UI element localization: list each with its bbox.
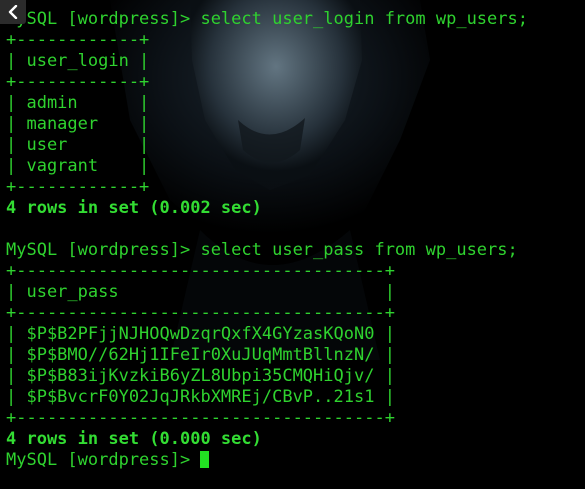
terminal-line: | admin | bbox=[6, 93, 150, 113]
terminal-line: | $P$B2PFjjNJHOQwDzqrQxfX4GYzasKQoN0 | bbox=[6, 324, 395, 344]
result-summary-line: 4 rows in set (0.002 sec) bbox=[6, 198, 262, 218]
terminal-line: | manager | bbox=[6, 114, 150, 134]
prompt-line[interactable]: MySQL [wordpress]> bbox=[6, 450, 528, 471]
terminal-line: | user_pass | bbox=[6, 282, 395, 302]
terminal-line: MySQL [wordpress]> select user_login fro… bbox=[6, 9, 528, 29]
result-summary-line: 4 rows in set (0.000 sec) bbox=[6, 429, 262, 449]
text-cursor bbox=[200, 451, 210, 468]
terminal-line: | vagrant | bbox=[6, 156, 150, 176]
back-button[interactable] bbox=[0, 0, 26, 24]
terminal-line: | $P$BMO//62Hj1IFeIr0XuJUqMmtBllnzN/ | bbox=[6, 345, 395, 365]
terminal-line: +------------+ bbox=[6, 177, 150, 197]
terminal-line: | user_login | bbox=[6, 51, 150, 71]
terminal-line: | $P$B83ijKvzkiB6yZL8Ubpi35CMQHiQjv/ | bbox=[6, 366, 395, 386]
terminal-line: +------------+ bbox=[6, 30, 150, 50]
terminal-window[interactable]: MySQL [wordpress]> select user_login fro… bbox=[0, 0, 585, 489]
terminal-line: | user | bbox=[6, 135, 150, 155]
terminal-line: +------------------------------------+ bbox=[6, 408, 395, 428]
terminal-line: | $P$BvcrF0Y02JqJRkbXMREj/CBvP..21s1 | bbox=[6, 387, 395, 407]
terminal-line: +------------------------------------+ bbox=[6, 303, 395, 323]
chevron-left-icon bbox=[8, 5, 18, 19]
terminal-output: MySQL [wordpress]> select user_login fro… bbox=[6, 9, 528, 471]
terminal-line: +------------------------------------+ bbox=[6, 261, 395, 281]
terminal-line: MySQL [wordpress]> select user_pass from… bbox=[6, 240, 518, 260]
prompt-text: MySQL [wordpress]> bbox=[6, 450, 201, 470]
terminal-line: +------------+ bbox=[6, 72, 150, 92]
